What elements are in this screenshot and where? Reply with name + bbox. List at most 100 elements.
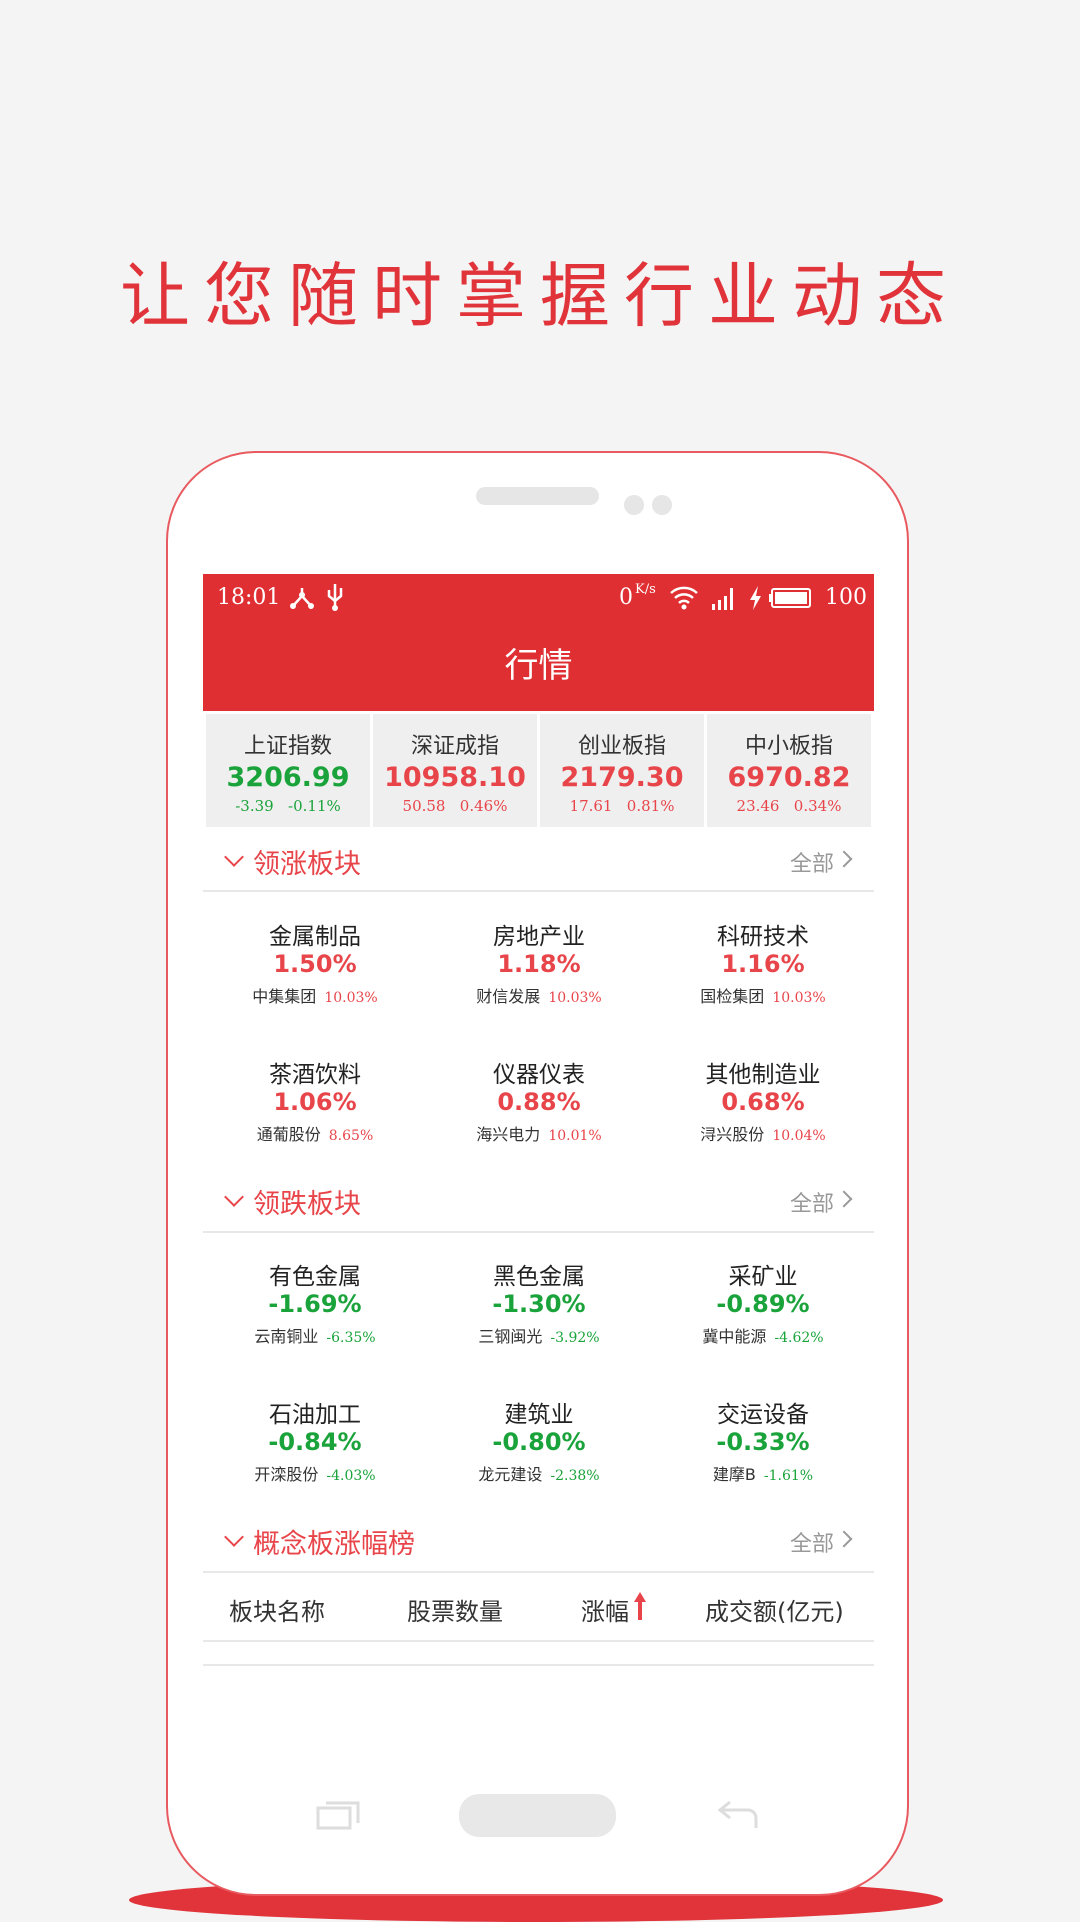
battery-level: 100 bbox=[825, 585, 867, 610]
sector-change: -0.80% bbox=[492, 1428, 586, 1456]
chevron-right-icon bbox=[835, 850, 853, 868]
page-title: 行情 bbox=[203, 622, 874, 711]
index-card[interactable]: 中小板指 6970.82 23.46 0.34% bbox=[707, 714, 871, 827]
column-header-turnover[interactable]: 成交额(亿元) bbox=[705, 1592, 844, 1627]
leading-stock: 通葡股份 8.65% bbox=[203, 1121, 427, 1145]
back-icon[interactable] bbox=[716, 1800, 760, 1830]
sector-cell[interactable]: 石油加工 -0.84% 开滦股份 -4.03% bbox=[203, 1395, 427, 1485]
sector-cell[interactable]: 科研技术 1.16% 国检集团 10.03% bbox=[651, 917, 874, 1007]
view-all-link[interactable]: 全部 bbox=[790, 1526, 834, 1558]
index-name: 上证指数 bbox=[243, 734, 332, 759]
sector-change: -1.30% bbox=[492, 1290, 586, 1318]
index-change: 50.58 0.46% bbox=[402, 797, 508, 815]
index-change: -3.39 -0.11% bbox=[235, 797, 341, 815]
index-card[interactable]: 深证成指 10958.10 50.58 0.46% bbox=[373, 714, 537, 827]
sort-arrow-up-icon bbox=[634, 1592, 646, 1620]
sector-cell[interactable]: 交运设备 -0.33% 建摩B -1.61% bbox=[651, 1395, 874, 1485]
sector-change: 1.50% bbox=[273, 950, 357, 978]
stock-name: 浔兴股份 bbox=[700, 1125, 765, 1144]
chevron-right-icon bbox=[835, 1190, 853, 1208]
leading-stock: 龙元建设 -2.38% bbox=[427, 1461, 651, 1485]
index-name: 深证成指 bbox=[410, 734, 499, 759]
leading-stock: 国检集团 10.03% bbox=[651, 983, 874, 1007]
app-screen: 18:01 0 K/s 100 行情 上证指数 3206.99 -3.39 -0.1… bbox=[203, 574, 874, 1666]
gainers-header: 领涨板块 全部 bbox=[203, 842, 874, 882]
stock-change: -4.62% bbox=[774, 1330, 824, 1346]
leading-stock: 开滦股份 -4.03% bbox=[203, 1461, 427, 1485]
leading-stock: 云南铜业 -6.35% bbox=[203, 1323, 427, 1347]
divider bbox=[203, 1231, 874, 1233]
index-value: 3206.99 bbox=[226, 762, 350, 793]
sector-name: 石油加工 bbox=[269, 1402, 361, 1428]
sector-cell[interactable]: 茶酒饮料 1.06% 通葡股份 8.65% bbox=[203, 1055, 427, 1145]
leading-stock: 浔兴股份 10.04% bbox=[651, 1121, 874, 1145]
sector-change: -0.84% bbox=[268, 1428, 362, 1456]
phone-speaker bbox=[476, 487, 599, 505]
leading-stock: 建摩B -1.61% bbox=[651, 1461, 874, 1485]
sector-change: 1.06% bbox=[273, 1088, 357, 1116]
index-card[interactable]: 上证指数 3206.99 -3.39 -0.11% bbox=[206, 714, 370, 827]
index-name: 创业板指 bbox=[577, 734, 666, 759]
sector-change: 1.16% bbox=[721, 950, 805, 978]
index-change: 17.61 0.81% bbox=[569, 797, 675, 815]
battery-icon bbox=[769, 588, 811, 608]
status-bar: 18:01 0 K/s 100 bbox=[203, 574, 874, 622]
sector-name: 金属制品 bbox=[269, 924, 361, 950]
column-header-count[interactable]: 股票数量 bbox=[407, 1592, 503, 1627]
stock-name: 冀中能源 bbox=[702, 1327, 767, 1346]
sector-name: 科研技术 bbox=[717, 924, 809, 950]
net-speed: 0 bbox=[619, 585, 633, 610]
tabbar-divider bbox=[203, 1664, 874, 1666]
section-title: 概念板涨幅榜 bbox=[253, 1529, 415, 1560]
status-time: 18:01 bbox=[217, 585, 281, 610]
column-header-name[interactable]: 板块名称 bbox=[229, 1592, 325, 1627]
sector-cell[interactable]: 采矿业 -0.89% 冀中能源 -4.62% bbox=[651, 1257, 874, 1347]
home-button[interactable] bbox=[459, 1794, 616, 1837]
sector-cell[interactable]: 房地产业 1.18% 财信发展 10.03% bbox=[427, 917, 651, 1007]
divider bbox=[203, 1571, 874, 1573]
index-card[interactable]: 创业板指 2179.30 17.61 0.81% bbox=[540, 714, 704, 827]
column-header-change[interactable]: 涨幅 bbox=[581, 1592, 629, 1627]
stock-name: 三钢闽光 bbox=[478, 1327, 543, 1346]
section-title: 领跌板块 bbox=[253, 1189, 361, 1220]
stock-change: 10.01% bbox=[548, 1128, 602, 1144]
sector-name: 房地产业 bbox=[493, 924, 585, 950]
index-value: 6970.82 bbox=[727, 762, 851, 793]
recent-apps-icon[interactable] bbox=[316, 1800, 360, 1830]
sector-cell[interactable]: 金属制品 1.50% 中集集团 10.03% bbox=[203, 917, 427, 1007]
index-value: 2179.30 bbox=[560, 762, 684, 793]
stock-name: 财信发展 bbox=[476, 987, 541, 1006]
sector-name: 其他制造业 bbox=[705, 1062, 821, 1088]
view-all-link[interactable]: 全部 bbox=[790, 846, 834, 878]
phone-sensor bbox=[652, 495, 672, 515]
leading-stock: 海兴电力 10.01% bbox=[427, 1121, 651, 1145]
sector-cell[interactable]: 其他制造业 0.68% 浔兴股份 10.04% bbox=[651, 1055, 874, 1145]
divider bbox=[203, 1640, 874, 1642]
sector-name: 有色金属 bbox=[269, 1264, 361, 1290]
chevron-down-icon bbox=[224, 1527, 244, 1547]
view-all-link[interactable]: 全部 bbox=[790, 1186, 834, 1218]
sector-cell[interactable]: 黑色金属 -1.30% 三钢闽光 -3.92% bbox=[427, 1257, 651, 1347]
stock-change: 10.03% bbox=[772, 990, 826, 1006]
chevron-right-icon bbox=[835, 1530, 853, 1548]
stock-name: 云南铜业 bbox=[254, 1327, 319, 1346]
sector-name: 建筑业 bbox=[504, 1402, 574, 1428]
sector-name: 茶酒饮料 bbox=[269, 1062, 361, 1088]
stock-name: 龙元建设 bbox=[478, 1465, 543, 1484]
net-speed-unit: K/s bbox=[635, 582, 656, 597]
chevron-down-icon bbox=[224, 847, 244, 867]
sector-cell[interactable]: 建筑业 -0.80% 龙元建设 -2.38% bbox=[427, 1395, 651, 1485]
leading-stock: 中集集团 10.03% bbox=[203, 983, 427, 1007]
stock-change: -6.35% bbox=[326, 1330, 376, 1346]
stock-name: 国检集团 bbox=[700, 987, 765, 1006]
stock-change: -4.03% bbox=[326, 1468, 376, 1484]
sector-cell[interactable]: 有色金属 -1.69% 云南铜业 -6.35% bbox=[203, 1257, 427, 1347]
share-icon bbox=[290, 588, 314, 609]
sector-name: 交运设备 bbox=[717, 1402, 809, 1428]
sector-change: 0.68% bbox=[721, 1088, 805, 1116]
sector-cell[interactable]: 仪器仪表 0.88% 海兴电力 10.01% bbox=[427, 1055, 651, 1145]
concept-header: 概念板涨幅榜 全部 bbox=[203, 1522, 874, 1562]
stock-change: -2.38% bbox=[550, 1468, 600, 1484]
stock-change: -1.61% bbox=[763, 1468, 814, 1484]
sector-change: 0.88% bbox=[497, 1088, 581, 1116]
